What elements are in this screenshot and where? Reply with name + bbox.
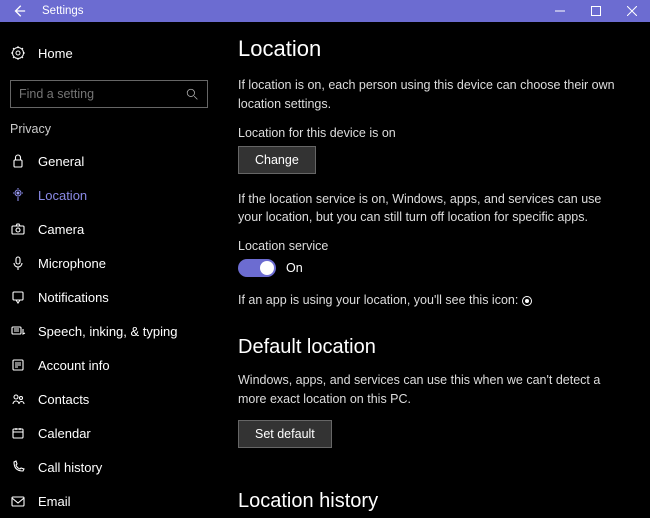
service-desc-text: If the location service is on, Windows, … <box>238 190 622 228</box>
email-icon <box>10 493 26 509</box>
sidebar-item-speech-inking-typing[interactable]: Speech, inking, & typing <box>0 314 218 348</box>
location-service-toggle-row: On <box>238 259 622 277</box>
camera-icon <box>10 221 26 237</box>
back-arrow-icon <box>12 4 26 18</box>
speech-icon <box>10 323 26 339</box>
call-icon <box>10 459 26 475</box>
home-button[interactable]: Home <box>0 36 218 70</box>
sidebar-item-email[interactable]: Email <box>0 484 218 518</box>
nav-item-label: Speech, inking, & typing <box>38 324 177 339</box>
nav-item-label: Microphone <box>38 256 106 271</box>
nav-item-label: Notifications <box>38 290 109 305</box>
set-default-button[interactable]: Set default <box>238 420 332 448</box>
sidebar-item-camera[interactable]: Camera <box>0 212 218 246</box>
location-intro-text: If location is on, each person using thi… <box>238 76 622 114</box>
back-button[interactable] <box>4 0 34 22</box>
sidebar: Home Privacy General Location Camera Microp… <box>0 22 218 518</box>
nav-item-label: Location <box>38 188 87 203</box>
search-box[interactable] <box>10 80 208 108</box>
lock-icon <box>10 153 26 169</box>
nav-item-label: Email <box>38 494 71 509</box>
location-target-icon <box>522 296 532 306</box>
page-heading-history: Location history <box>238 490 622 513</box>
maximize-button[interactable] <box>578 0 614 22</box>
nav-item-label: General <box>38 154 84 169</box>
microphone-icon <box>10 255 26 271</box>
nav-item-label: Contacts <box>38 392 89 407</box>
search-icon <box>186 88 199 101</box>
sidebar-item-call-history[interactable]: Call history <box>0 450 218 484</box>
page-heading-default-location: Default location <box>238 336 622 359</box>
account-icon <box>10 357 26 373</box>
sidebar-item-calendar[interactable]: Calendar <box>0 416 218 450</box>
window-title: Settings <box>42 5 84 17</box>
titlebar: Settings <box>0 0 650 22</box>
close-icon <box>627 6 637 16</box>
sidebar-item-contacts[interactable]: Contacts <box>0 382 218 416</box>
minimize-icon <box>555 6 565 16</box>
minimize-button[interactable] <box>542 0 578 22</box>
search-input[interactable] <box>19 87 186 101</box>
location-icon <box>10 187 26 203</box>
nav-item-label: Calendar <box>38 426 91 441</box>
section-label: Privacy <box>0 122 218 144</box>
nav-item-label: Account info <box>38 358 110 373</box>
home-label: Home <box>38 46 73 61</box>
toggle-state-label: On <box>286 261 303 275</box>
default-location-desc: Windows, apps, and services can use this… <box>238 371 622 409</box>
sidebar-item-notifications[interactable]: Notifications <box>0 280 218 314</box>
content-pane: Location If location is on, each person … <box>218 22 650 518</box>
notifications-icon <box>10 289 26 305</box>
sidebar-item-microphone[interactable]: Microphone <box>0 246 218 280</box>
contacts-icon <box>10 391 26 407</box>
nav-item-label: Camera <box>38 222 84 237</box>
sidebar-item-location[interactable]: Location <box>0 178 218 212</box>
sidebar-item-general[interactable]: General <box>0 144 218 178</box>
calendar-icon <box>10 425 26 441</box>
sidebar-item-account-info[interactable]: Account info <box>0 348 218 382</box>
device-status-label: Location for this device is on <box>238 126 622 140</box>
maximize-icon <box>591 6 601 16</box>
location-service-toggle[interactable] <box>238 259 276 277</box>
icon-note-text: If an app is using your location, you'll… <box>238 291 622 310</box>
nav-item-label: Call history <box>38 460 102 475</box>
service-label: Location service <box>238 239 622 253</box>
change-button[interactable]: Change <box>238 146 316 174</box>
page-heading-location: Location <box>238 36 622 62</box>
close-button[interactable] <box>614 0 650 22</box>
gear-icon <box>10 45 26 61</box>
